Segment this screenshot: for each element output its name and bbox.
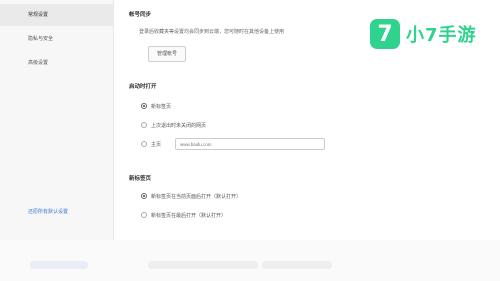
account-sync-description: 登录后收藏夹等设置均会同步到云端，您可随时在其他设备上使用 bbox=[139, 29, 285, 35]
blurred-text bbox=[148, 261, 258, 269]
new-tab-option-at-end[interactable]: 新标签页在最后打开（默认打开） bbox=[141, 209, 226, 221]
radio-after-current[interactable] bbox=[141, 193, 147, 199]
watermark-logo: 7 小7手游 bbox=[370, 19, 477, 49]
radio-homepage[interactable] bbox=[141, 141, 147, 147]
sidebar-item-advanced[interactable]: 高级设置 bbox=[0, 52, 113, 74]
logo-badge-icon: 7 bbox=[370, 19, 400, 49]
radio-new-tab[interactable] bbox=[141, 103, 147, 109]
blurred-link bbox=[30, 261, 88, 269]
startup-title: 启动时打开 bbox=[129, 84, 157, 90]
radio-at-end[interactable] bbox=[141, 212, 147, 218]
settings-sidebar: 常规设置 隐私与安全 高级设置 还原所有默认设置 bbox=[0, 0, 114, 240]
radio-label: 新标签页在当前页面后打开（默认打开） bbox=[151, 193, 242, 200]
radio-label: 新标签页在最后打开（默认打开） bbox=[151, 212, 227, 219]
sidebar-item-general[interactable]: 常规设置 bbox=[0, 4, 113, 26]
startup-option-restore[interactable]: 上次退出时未关闭的网页 bbox=[141, 119, 206, 131]
restore-defaults-link[interactable]: 还原所有默认设置 bbox=[28, 208, 68, 215]
radio-label: 主页 bbox=[151, 141, 162, 148]
new-tab-title: 新标签页 bbox=[129, 176, 152, 182]
blurred-text bbox=[262, 261, 332, 269]
radio-restore[interactable] bbox=[141, 122, 147, 128]
logo-text: 小7手游 bbox=[406, 25, 477, 46]
account-sync-title: 帐号同步 bbox=[129, 12, 152, 18]
radio-label: 上次退出时未关闭的网页 bbox=[151, 122, 207, 129]
logo-badge-text: 7 bbox=[377, 21, 393, 47]
radio-label: 新标签页 bbox=[151, 103, 172, 110]
manage-account-button[interactable]: 管理帐号 bbox=[148, 46, 186, 62]
new-tab-option-after-current[interactable]: 新标签页在当前页面后打开（默认打开） bbox=[141, 190, 241, 202]
homepage-url-input[interactable] bbox=[175, 138, 325, 150]
startup-option-homepage[interactable]: 主页 bbox=[141, 138, 161, 150]
sidebar-item-privacy[interactable]: 隐私与安全 bbox=[0, 28, 113, 50]
startup-option-new-tab[interactable]: 新标签页 bbox=[141, 100, 171, 112]
bottom-bar bbox=[0, 240, 500, 281]
